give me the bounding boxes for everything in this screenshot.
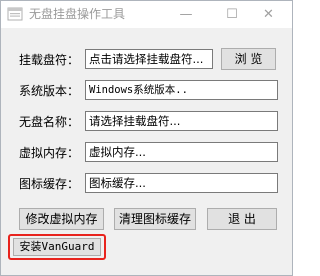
- title-bar[interactable]: 无盘挂盘操作工具 — ☐ ✕: [1, 1, 292, 28]
- minimize-button[interactable]: —: [163, 1, 209, 28]
- mount-drive-field[interactable]: 点击请选择挂载盘符...: [85, 49, 213, 69]
- close-button[interactable]: ✕: [245, 1, 292, 28]
- browse-button[interactable]: 浏 览: [221, 48, 276, 70]
- modify-virtual-memory-button[interactable]: 修改虚拟内存: [19, 208, 104, 230]
- icon-cache-field[interactable]: 图标缓存...: [85, 173, 278, 193]
- system-version-field[interactable]: Windows系统版本..: [85, 80, 278, 100]
- exit-button[interactable]: 退 出: [207, 208, 277, 230]
- window-client-area: 挂载盘符： 点击请选择挂载盘符... 浏 览 系统版本： Windows系统版本…: [1, 28, 292, 275]
- clear-icon-cache-button[interactable]: 清理图标缓存: [114, 208, 196, 230]
- diskless-name-label: 无盘名称：: [19, 115, 80, 129]
- virtual-memory-label: 虚拟内存：: [19, 146, 80, 160]
- app-icon: [7, 7, 23, 21]
- highlight-box: [8, 234, 106, 260]
- diskless-name-field[interactable]: 请选择挂载盘符...: [85, 111, 278, 131]
- icon-cache-label: 图标缓存：: [19, 177, 80, 191]
- mount-drive-label: 挂载盘符：: [19, 53, 80, 67]
- app-window: 无盘挂盘操作工具 — ☐ ✕ 挂载盘符： 点击请选择挂载盘符... 浏 览 系统…: [0, 0, 293, 276]
- system-version-label: 系统版本：: [19, 84, 80, 98]
- window-title: 无盘挂盘操作工具: [29, 7, 126, 21]
- virtual-memory-field[interactable]: 虚拟内存...: [85, 142, 278, 162]
